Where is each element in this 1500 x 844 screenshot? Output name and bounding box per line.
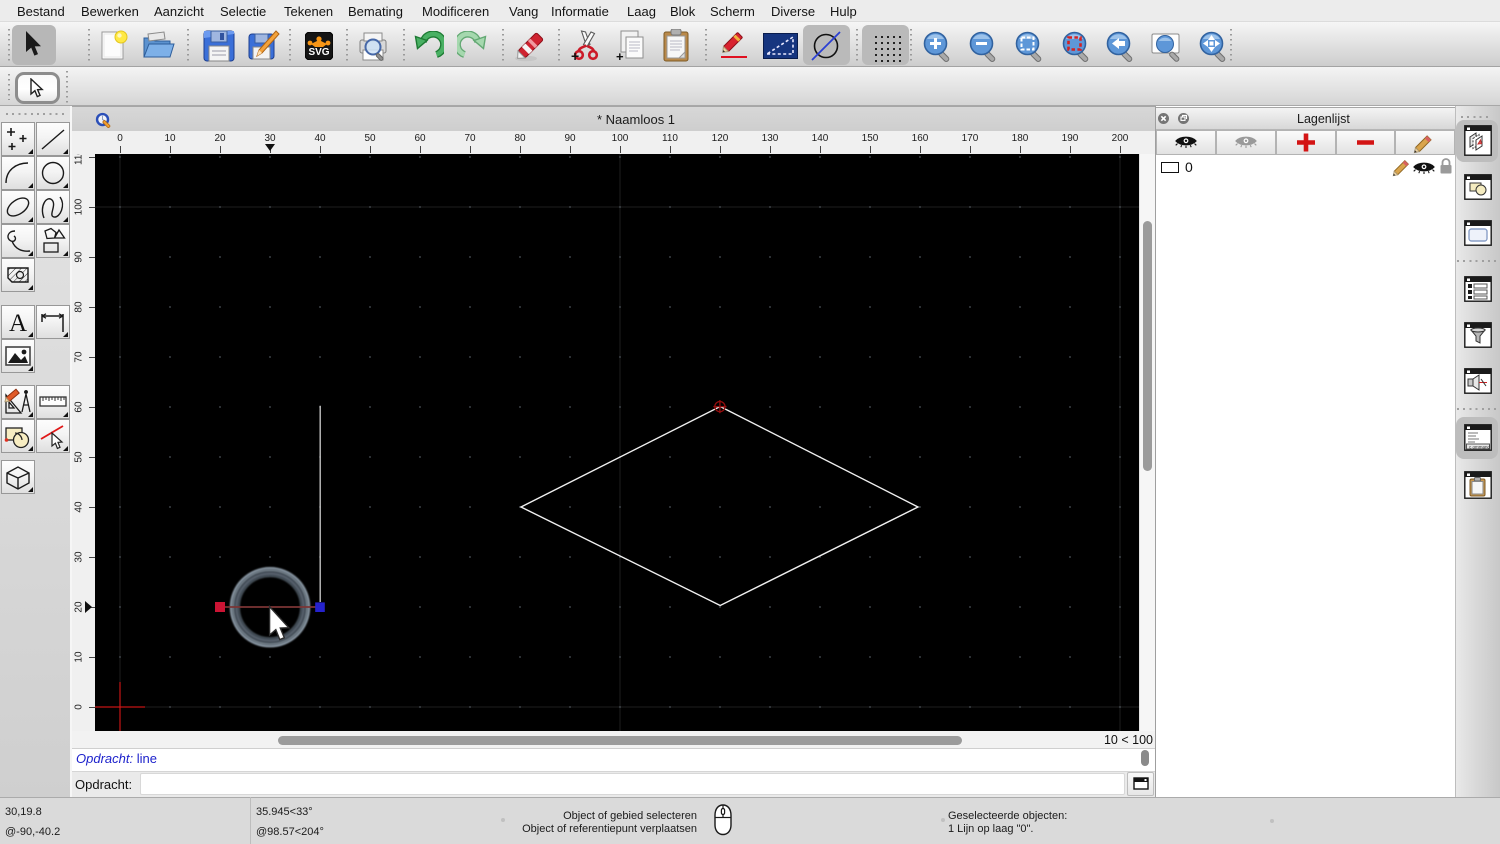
svg-text:+: +: [616, 49, 624, 63]
svg-text:A: A: [9, 310, 27, 337]
svg-text:+: +: [571, 48, 579, 63]
svg-text:c ommand: c ommand: [1469, 444, 1491, 449]
svg-text:SVG: SVG: [308, 47, 329, 58]
